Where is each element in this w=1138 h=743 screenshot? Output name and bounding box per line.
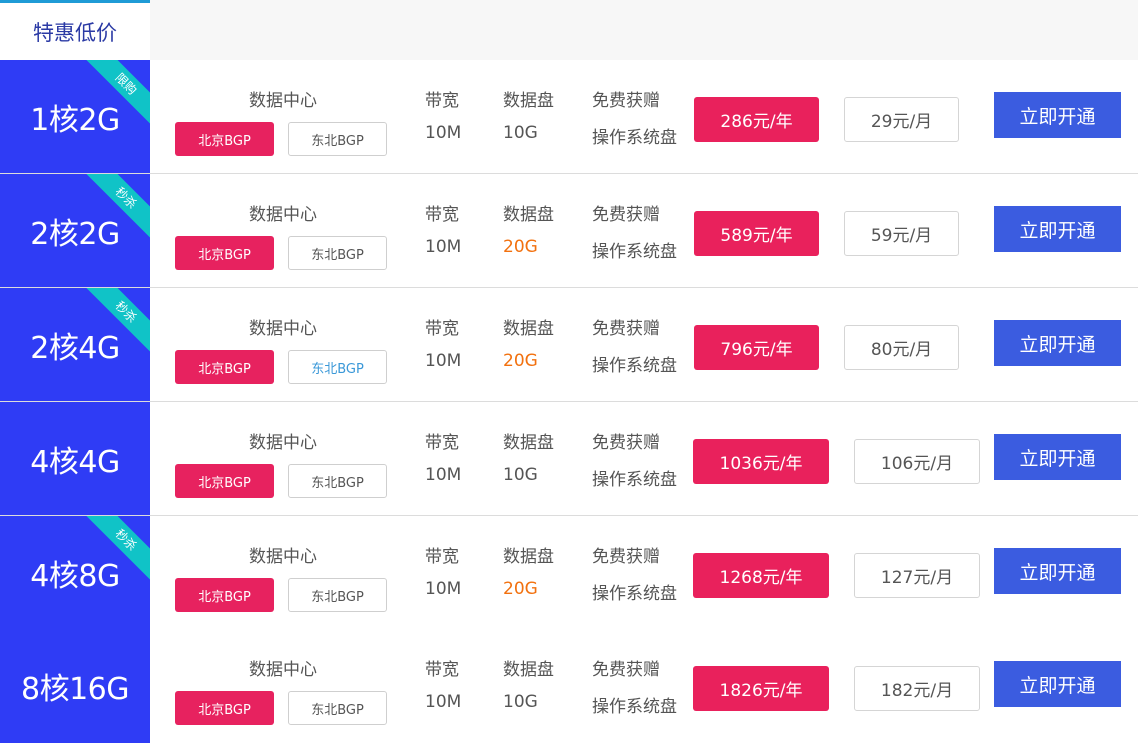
dc-label: 数据中心 [249,433,317,453]
bandwidth-value: 10M [425,579,462,599]
disk-value: 10G [503,123,538,143]
price-month-option[interactable]: 80元/月 [844,325,959,370]
disk-label: 数据盘 [503,319,554,339]
price-month-option[interactable]: 59元/月 [844,211,959,256]
dc-label: 数据中心 [249,319,317,339]
price-year-option[interactable]: 286元/年 [694,97,819,142]
spec-cell: 1核2G 限购 [0,60,150,173]
disk-value: 10G [503,692,538,712]
spec-label: 2核4G [30,330,120,366]
spec-cell: 4核4G [0,402,150,515]
disk-value: 20G [503,237,538,257]
dc-tag-beijing[interactable]: 北京BGP [175,578,274,612]
dc-tag-northeast[interactable]: 东北BGP [288,578,387,612]
spec-label: 4核4G [30,444,120,480]
open-now-button[interactable]: 立即开通 [994,320,1121,366]
dc-tag-northeast[interactable]: 东北BGP [288,464,387,498]
dc-tag-beijing[interactable]: 北京BGP [175,350,274,384]
price-month-option[interactable]: 182元/月 [854,666,980,711]
price-year-option[interactable]: 1268元/年 [693,553,829,598]
dc-tag-northeast[interactable]: 东北BGP [288,691,387,725]
dc-label: 数据中心 [249,91,317,111]
gift-label: 免费获赠 [592,319,660,339]
dc-tag-northeast[interactable]: 东北BGP [288,236,387,270]
disk-value: 10G [503,465,538,485]
disk-label: 数据盘 [503,433,554,453]
bandwidth-label: 带宽 [425,319,459,339]
plan-row: 1核2G 限购 数据中心 北京BGP 东北BGP 带宽 10M 数据盘 10G … [0,60,1138,174]
disk-label: 数据盘 [503,205,554,225]
gift-label: 免费获赠 [592,433,660,453]
spec-cell: 4核8G 秒杀 [0,516,150,629]
disk-value: 20G [503,579,538,599]
open-now-button[interactable]: 立即开通 [994,206,1121,252]
bandwidth-value: 10M [425,692,462,712]
disk-value: 20G [503,351,538,371]
plan-row: 2核2G 秒杀 数据中心 北京BGP 东北BGP 带宽 10M 数据盘 20G … [0,174,1138,288]
bandwidth-label: 带宽 [425,547,459,567]
price-year-option[interactable]: 796元/年 [694,325,819,370]
open-now-button[interactable]: 立即开通 [994,434,1121,480]
dc-tag-beijing[interactable]: 北京BGP [175,691,274,725]
bandwidth-label: 带宽 [425,91,459,111]
plan-row: 4核4G 数据中心 北京BGP 东北BGP 带宽 10M 数据盘 10G 免费获… [0,402,1138,516]
os-disk-label: 操作系统盘 [592,128,677,148]
spec-label: 4核8G [30,558,120,594]
os-disk-label: 操作系统盘 [592,697,677,717]
open-now-button[interactable]: 立即开通 [994,92,1121,138]
os-disk-label: 操作系统盘 [592,584,677,604]
spec-label: 2核2G [30,216,120,252]
dc-tag-beijing[interactable]: 北京BGP [175,236,274,270]
gift-label: 免费获赠 [592,91,660,111]
os-disk-label: 操作系统盘 [592,470,677,490]
dc-label: 数据中心 [249,660,317,680]
gift-label: 免费获赠 [592,205,660,225]
dc-tag-beijing[interactable]: 北京BGP [175,464,274,498]
gift-label: 免费获赠 [592,660,660,680]
bandwidth-label: 带宽 [425,433,459,453]
bandwidth-value: 10M [425,237,462,257]
bandwidth-label: 带宽 [425,205,459,225]
disk-label: 数据盘 [503,91,554,111]
dc-tag-northeast[interactable]: 东北BGP [288,122,387,156]
price-year-option[interactable]: 1036元/年 [693,439,829,484]
open-now-button[interactable]: 立即开通 [994,548,1121,594]
bandwidth-value: 10M [425,465,462,485]
gift-label: 免费获赠 [592,547,660,567]
spec-cell: 8核16G [0,629,150,743]
plan-row: 8核16G 数据中心 北京BGP 东北BGP 带宽 10M 数据盘 10G 免费… [0,629,1138,743]
plan-row: 4核8G 秒杀 数据中心 北京BGP 东北BGP 带宽 10M 数据盘 20G … [0,516,1138,630]
spec-cell: 2核2G 秒杀 [0,174,150,287]
tab-bar: 特惠低价 [0,0,1138,60]
bandwidth-value: 10M [425,351,462,371]
price-month-option[interactable]: 127元/月 [854,553,980,598]
open-now-button[interactable]: 立即开通 [994,661,1121,707]
os-disk-label: 操作系统盘 [592,356,677,376]
price-year-option[interactable]: 1826元/年 [693,666,829,711]
bandwidth-value: 10M [425,123,462,143]
tab-discount[interactable]: 特惠低价 [0,0,150,60]
spec-label: 8核16G [20,672,130,707]
spec-label: 1核2G [30,102,120,138]
spec-cell: 2核4G 秒杀 [0,288,150,401]
dc-label: 数据中心 [249,205,317,225]
dc-tag-beijing[interactable]: 北京BGP [175,122,274,156]
dc-label: 数据中心 [249,547,317,567]
plan-row: 2核4G 秒杀 数据中心 北京BGP 东北BGP 带宽 10M 数据盘 20G … [0,288,1138,402]
price-year-option[interactable]: 589元/年 [694,211,819,256]
price-month-option[interactable]: 29元/月 [844,97,959,142]
dc-tag-northeast[interactable]: 东北BGP [288,350,387,384]
os-disk-label: 操作系统盘 [592,242,677,262]
disk-label: 数据盘 [503,547,554,567]
price-month-option[interactable]: 106元/月 [854,439,980,484]
bandwidth-label: 带宽 [425,660,459,680]
disk-label: 数据盘 [503,660,554,680]
